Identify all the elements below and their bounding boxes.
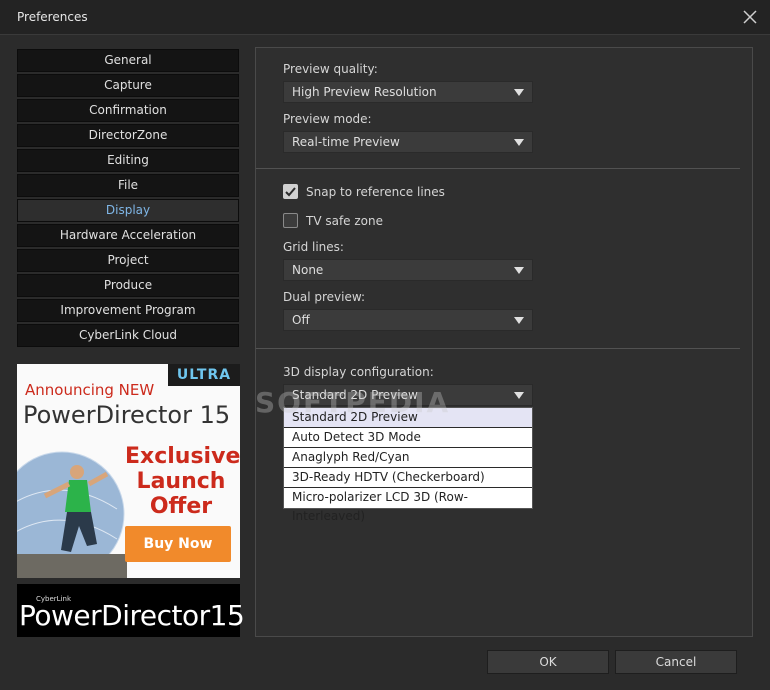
- ad-offer-line: Launch: [136, 469, 226, 494]
- close-icon[interactable]: [738, 5, 762, 29]
- nav-item-directorzone[interactable]: DirectorZone: [17, 124, 239, 147]
- section-divider: [256, 168, 740, 169]
- nav-item-editing[interactable]: Editing: [17, 149, 239, 172]
- preferences-nav: General Capture Confirmation DirectorZon…: [17, 49, 239, 349]
- config3d-option[interactable]: Anaglyph Red/Cyan: [284, 448, 532, 468]
- dual-preview-value: Off: [292, 313, 310, 327]
- ok-button[interactable]: OK: [487, 650, 609, 674]
- dual-preview-label: Dual preview:: [283, 290, 366, 304]
- nav-item-display[interactable]: Display: [17, 199, 239, 222]
- nav-item-hardware-acceleration[interactable]: Hardware Acceleration: [17, 224, 239, 247]
- nav-item-produce[interactable]: Produce: [17, 274, 239, 297]
- title-bar: Preferences: [0, 0, 770, 35]
- promo-banner[interactable]: ULTRA Announcing NEW PowerDirector 15 Ex…: [17, 364, 240, 578]
- preview-quality-label: Preview quality:: [283, 62, 378, 76]
- logo-version: 15: [209, 599, 245, 632]
- preview-mode-value: Real-time Preview: [292, 135, 400, 149]
- snap-checkbox[interactable]: [283, 184, 298, 199]
- softpedia-watermark: SOFTPEDIA: [255, 386, 451, 419]
- logo-product: PowerDirector15: [19, 599, 245, 632]
- nav-item-cyberlink-cloud[interactable]: CyberLink Cloud: [17, 324, 239, 347]
- caret-down-icon: [514, 392, 524, 399]
- nav-item-improvement-program[interactable]: Improvement Program: [17, 299, 239, 322]
- ad-product-name: PowerDirector 15: [23, 401, 231, 429]
- ultra-badge: ULTRA: [168, 364, 240, 386]
- ad-announce-text: Announcing NEW: [25, 381, 155, 399]
- grid-lines-value: None: [292, 263, 324, 277]
- caret-down-icon: [514, 267, 524, 274]
- nav-item-project[interactable]: Project: [17, 249, 239, 272]
- snap-label: Snap to reference lines: [306, 185, 445, 199]
- ad-offer-line: Offer: [149, 494, 213, 519]
- cancel-button[interactable]: Cancel: [615, 650, 737, 674]
- buy-now-button[interactable]: Buy Now: [125, 526, 231, 562]
- nav-item-general[interactable]: General: [17, 49, 239, 72]
- ad-offer-line: Exclusive: [125, 444, 240, 469]
- grid-lines-select[interactable]: None: [283, 259, 533, 281]
- caret-down-icon: [514, 139, 524, 146]
- config3d-label: 3D display configuration:: [283, 365, 434, 379]
- config3d-dropdown-list: Standard 2D Preview Auto Detect 3D Mode …: [283, 407, 533, 523]
- preview-mode-label: Preview mode:: [283, 112, 372, 126]
- config3d-option[interactable]: Auto Detect 3D Mode: [284, 428, 532, 448]
- config3d-option[interactable]: Micro-polarizer LCD 3D (Row-Interleaved): [284, 488, 532, 523]
- checkmark-icon: [285, 187, 296, 197]
- display-settings-panel: Preview quality: High Preview Resolution…: [255, 47, 753, 637]
- dual-preview-select[interactable]: Off: [283, 309, 533, 331]
- ad-offer-text: Exclusive Launch Offer: [125, 444, 240, 519]
- config3d-option[interactable]: 3D-Ready HDTV (Checkerboard): [284, 468, 532, 488]
- powerdirector-logo: CyberLink PowerDirector15: [17, 584, 245, 637]
- caret-down-icon: [514, 317, 524, 324]
- preview-quality-select[interactable]: High Preview Resolution: [283, 81, 533, 103]
- nav-item-confirmation[interactable]: Confirmation: [17, 99, 239, 122]
- logo-product-name: PowerDirector: [19, 599, 210, 632]
- grid-lines-label: Grid lines:: [283, 240, 344, 254]
- tv-safe-label: TV safe zone: [306, 214, 384, 228]
- caret-down-icon: [514, 89, 524, 96]
- tv-safe-checkbox[interactable]: [283, 213, 298, 228]
- section-divider: [256, 348, 740, 349]
- nav-item-file[interactable]: File: [17, 174, 239, 197]
- preview-quality-value: High Preview Resolution: [292, 85, 437, 99]
- skater-globe-image: [17, 451, 127, 578]
- window-title: Preferences: [17, 10, 88, 24]
- preview-mode-select[interactable]: Real-time Preview: [283, 131, 533, 153]
- nav-item-capture[interactable]: Capture: [17, 74, 239, 97]
